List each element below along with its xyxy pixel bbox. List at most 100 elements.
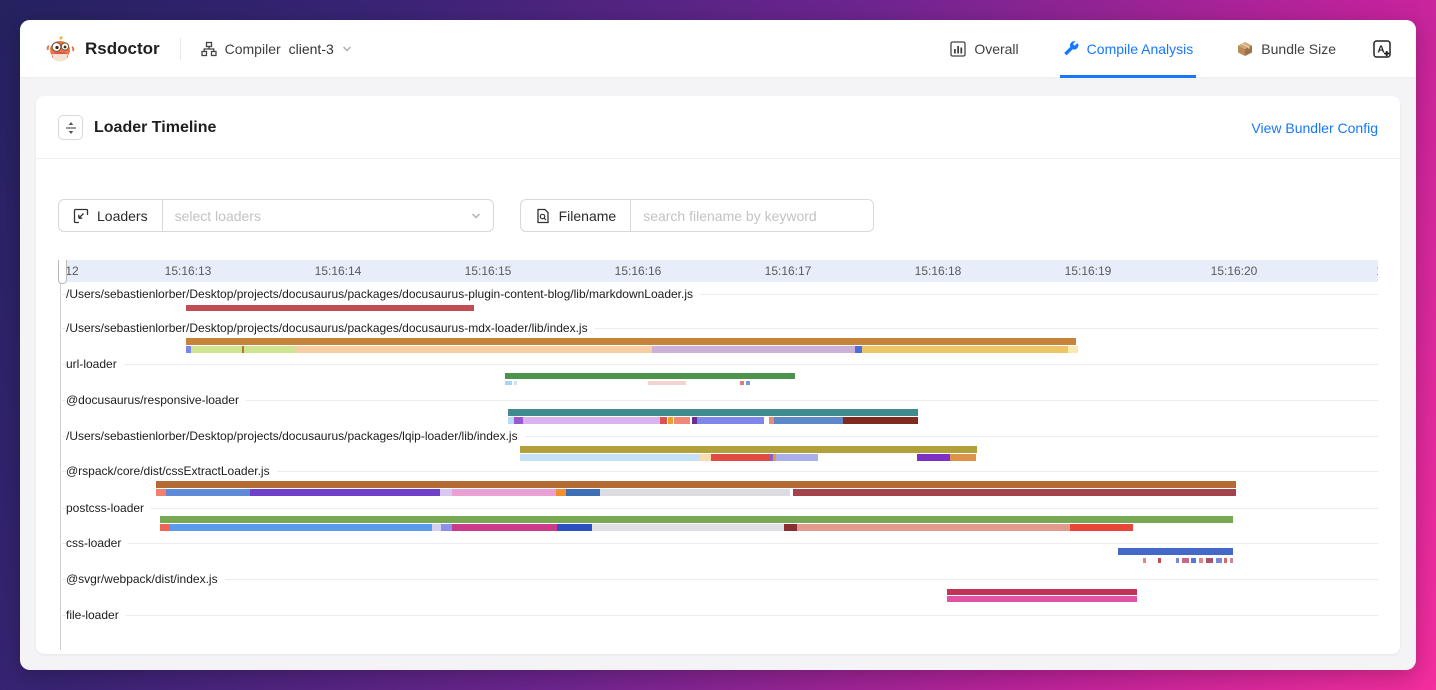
loader-bar[interactable]	[452, 524, 557, 531]
loader-bar[interactable]	[1199, 558, 1203, 563]
loader-bar[interactable]	[505, 381, 512, 385]
loader-bar[interactable]	[166, 489, 250, 496]
timeline-row-label: /Users/sebastienlorber/Desktop/projects/…	[66, 287, 700, 301]
nav-item-compile-analysis[interactable]: Compile Analysis	[1060, 20, 1197, 78]
translate-button[interactable]: A	[1372, 39, 1392, 59]
loader-bar[interactable]	[917, 454, 950, 461]
timeline-chart: :1215:16:1315:16:1415:16:1515:16:1615:16…	[58, 260, 1378, 650]
loader-bar[interactable]	[660, 417, 667, 424]
loader-bar[interactable]	[557, 524, 592, 531]
loader-bar[interactable]	[508, 409, 918, 416]
loader-bar[interactable]	[697, 417, 764, 424]
time-tick-label: 15:16:20	[1211, 260, 1258, 282]
loader-bar[interactable]	[1070, 524, 1133, 531]
loader-bar[interactable]	[668, 417, 673, 424]
loader-bar[interactable]	[505, 373, 795, 379]
loader-bar[interactable]	[440, 489, 452, 496]
loader-bar[interactable]	[1216, 558, 1222, 563]
loader-bar[interactable]	[1158, 558, 1161, 563]
nav-label: Compile Analysis	[1087, 41, 1194, 57]
loaders-label: Loaders	[97, 208, 148, 224]
loaders-filter-group: Loaders select loaders	[58, 199, 494, 232]
time-axis[interactable]: :1215:16:1315:16:1415:16:1515:16:1615:16…	[58, 260, 1378, 282]
expand-rows-button[interactable]	[58, 115, 83, 140]
timeline-row-label: /Users/sebastienlorber/Desktop/projects/…	[66, 321, 595, 335]
loader-bar[interactable]	[784, 524, 797, 531]
loader-bar[interactable]	[793, 489, 1236, 496]
loader-bar[interactable]	[1224, 558, 1227, 563]
loader-bar[interactable]	[797, 524, 1070, 531]
loader-bar[interactable]	[452, 489, 556, 496]
loader-bar[interactable]	[674, 417, 690, 424]
loader-bar[interactable]	[296, 346, 652, 353]
loader-bar[interactable]	[156, 489, 166, 496]
loader-bar[interactable]	[156, 481, 1236, 488]
loader-bar[interactable]	[566, 489, 600, 496]
loader-bar[interactable]	[855, 346, 862, 353]
loader-bar[interactable]	[514, 381, 517, 385]
loader-bar[interactable]	[250, 489, 440, 496]
loaders-select[interactable]: select loaders	[163, 200, 493, 231]
loader-bar[interactable]	[1143, 558, 1146, 563]
loader-bar[interactable]	[441, 524, 452, 531]
loader-bar[interactable]	[523, 417, 660, 424]
loader-bar[interactable]	[170, 524, 432, 531]
loader-bar[interactable]	[774, 417, 843, 424]
loader-bar[interactable]	[592, 524, 784, 531]
loader-bar[interactable]	[652, 346, 855, 353]
loader-bar[interactable]	[432, 524, 441, 531]
row-gridline	[60, 615, 1378, 616]
loader-bar[interactable]	[947, 596, 1137, 602]
brand[interactable]: Rsdoctor	[46, 34, 160, 64]
loader-bar[interactable]	[950, 454, 976, 461]
nav-label: Bundle Size	[1261, 41, 1336, 57]
loader-bar[interactable]	[711, 454, 770, 461]
loader-bar[interactable]	[1182, 558, 1189, 563]
timeline-row-label: @svgr/webpack/dist/index.js	[66, 572, 225, 586]
nav-item-overall[interactable]: Overall	[947, 20, 1021, 78]
loader-bar[interactable]	[600, 489, 790, 496]
loader-bar[interactable]	[1118, 548, 1233, 555]
loader-bar[interactable]	[1191, 558, 1196, 563]
loader-bar[interactable]	[186, 305, 474, 311]
axis-scroll-thumb[interactable]	[58, 260, 67, 284]
loader-bar[interactable]	[242, 346, 244, 353]
loader-bar[interactable]	[514, 417, 523, 424]
nav-item-bundle-size[interactable]: Bundle Size	[1234, 20, 1339, 78]
loader-bar[interactable]	[186, 338, 1076, 345]
file-search-icon	[535, 208, 551, 224]
package-icon	[1237, 41, 1253, 57]
timeline-row-label: /Users/sebastienlorber/Desktop/projects/…	[66, 429, 525, 443]
loader-bar[interactable]	[862, 346, 1068, 353]
loader-bar[interactable]	[520, 446, 977, 453]
loader-bar[interactable]	[1176, 558, 1179, 563]
loader-bar[interactable]	[160, 516, 1233, 523]
row-gridline	[60, 543, 1378, 544]
loader-bar[interactable]	[160, 524, 170, 531]
loader-bar[interactable]	[520, 454, 700, 461]
loaders-addon: Loaders	[59, 200, 163, 231]
loader-bar[interactable]	[648, 381, 686, 385]
loader-bar[interactable]	[740, 381, 744, 385]
compiler-select[interactable]: Compiler client-3	[201, 41, 352, 57]
timeline-row-label: @docusaurus/responsive-loader	[66, 393, 246, 407]
rsdoctor-logo-icon	[46, 34, 76, 64]
loader-bar[interactable]	[947, 589, 1137, 595]
view-bundler-config-link[interactable]: View Bundler Config	[1251, 120, 1378, 136]
brand-name: Rsdoctor	[85, 39, 160, 59]
loader-bar[interactable]	[843, 417, 918, 424]
cluster-icon	[201, 41, 217, 57]
loader-bar[interactable]	[746, 381, 750, 385]
column-height-icon	[64, 121, 78, 135]
loader-bar[interactable]	[1206, 558, 1213, 563]
filename-label: Filename	[559, 208, 617, 224]
loader-bar[interactable]	[1068, 346, 1078, 353]
chart-left-border	[60, 260, 61, 650]
loader-bar[interactable]	[1230, 558, 1233, 563]
loader-bar[interactable]	[556, 489, 566, 496]
filename-input[interactable]	[643, 208, 861, 224]
loader-bar[interactable]	[776, 454, 818, 461]
card-divider	[36, 158, 1400, 159]
loader-bar[interactable]	[700, 454, 711, 461]
row-gridline	[60, 508, 1378, 509]
